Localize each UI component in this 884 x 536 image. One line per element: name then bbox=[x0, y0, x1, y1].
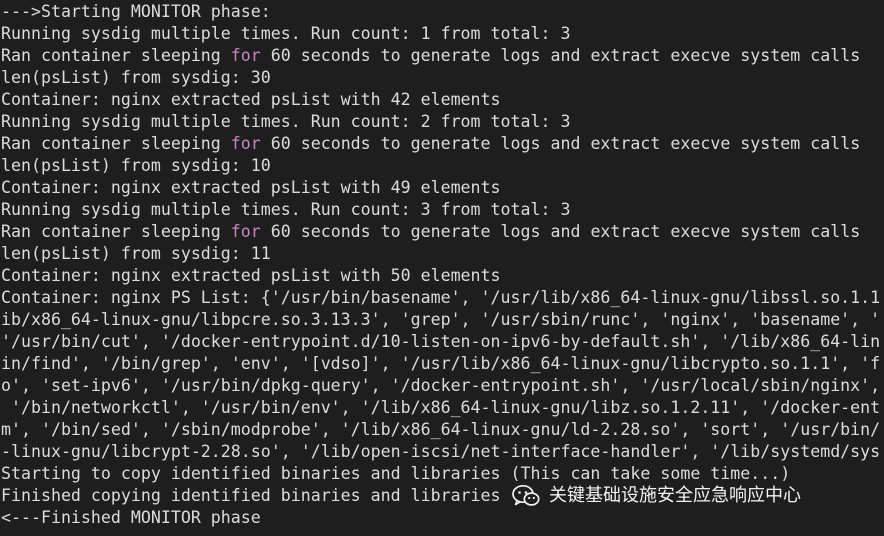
line-text: Ran container sleeping bbox=[1, 46, 231, 65]
terminal-line: <---Finished MONITOR phase bbox=[1, 508, 261, 527]
terminal-line: Container: nginx extracted psList with 4… bbox=[1, 90, 501, 109]
keyword-text: for bbox=[230, 134, 261, 153]
terminal-output: --->Starting MONITOR phase: Running sysd… bbox=[0, 0, 884, 536]
terminal-line: Starting to copy identified binaries and… bbox=[1, 464, 791, 483]
terminal-line: ib/x86_64-linux-gnu/libpcre.so.3.13.3', … bbox=[1, 310, 881, 329]
terminal-line: in/find', '/bin/grep', 'env', '[vdso]', … bbox=[1, 354, 881, 373]
line-text: Ran container sleeping bbox=[1, 134, 231, 153]
keyword-text: for bbox=[230, 46, 261, 65]
terminal-line: m', '/bin/sed', '/sbin/modprobe', '/lib/… bbox=[1, 420, 881, 439]
terminal-line: len(psList) from sysdig: 10 bbox=[1, 156, 271, 175]
wechat-icon bbox=[512, 484, 540, 506]
terminal-line: Container: nginx PS List: {'/usr/bin/bas… bbox=[1, 288, 881, 307]
terminal-line: len(psList) from sysdig: 30 bbox=[1, 68, 271, 87]
terminal-line: -linux-gnu/libcrypt-2.28.so', '/lib/open… bbox=[1, 442, 881, 461]
terminal-line: len(psList) from sysdig: 11 bbox=[1, 244, 271, 263]
terminal-line: Running sysdig multiple times. Run count… bbox=[1, 200, 571, 219]
terminal-line: '/usr/bin/cut', '/docker-entrypoint.d/10… bbox=[1, 332, 881, 351]
terminal-line: o', 'set-ipv6', '/usr/bin/dpkg-query', '… bbox=[1, 376, 881, 395]
line-text: Ran container sleeping bbox=[1, 222, 231, 241]
terminal-line: Container: nginx extracted psList with 4… bbox=[1, 178, 501, 197]
terminal-line: Running sysdig multiple times. Run count… bbox=[1, 112, 571, 131]
terminal-line: --->Starting MONITOR phase: bbox=[1, 2, 271, 21]
line-text: 60 seconds to generate logs and extract … bbox=[260, 134, 861, 153]
watermark-text: 关键基础设施安全应急响应中心 bbox=[549, 485, 801, 506]
terminal-line: Container: nginx extracted psList with 5… bbox=[1, 266, 501, 285]
terminal-line: Finished copying identified binaries and… bbox=[1, 486, 501, 505]
terminal-line: Ran container sleeping for 60 seconds to… bbox=[1, 45, 860, 67]
keyword-text: for bbox=[230, 222, 261, 241]
terminal-line: Ran container sleeping for 60 seconds to… bbox=[1, 221, 860, 243]
watermark: 关键基础设施安全应急响应中心 bbox=[512, 483, 807, 509]
terminal-line: Ran container sleeping for 60 seconds to… bbox=[1, 133, 860, 155]
line-text: 60 seconds to generate logs and extract … bbox=[260, 46, 861, 65]
terminal-line: '/bin/networkctl', '/usr/bin/env', '/lib… bbox=[1, 398, 881, 417]
terminal-line: Running sysdig multiple times. Run count… bbox=[1, 24, 571, 43]
line-text: 60 seconds to generate logs and extract … bbox=[260, 222, 861, 241]
